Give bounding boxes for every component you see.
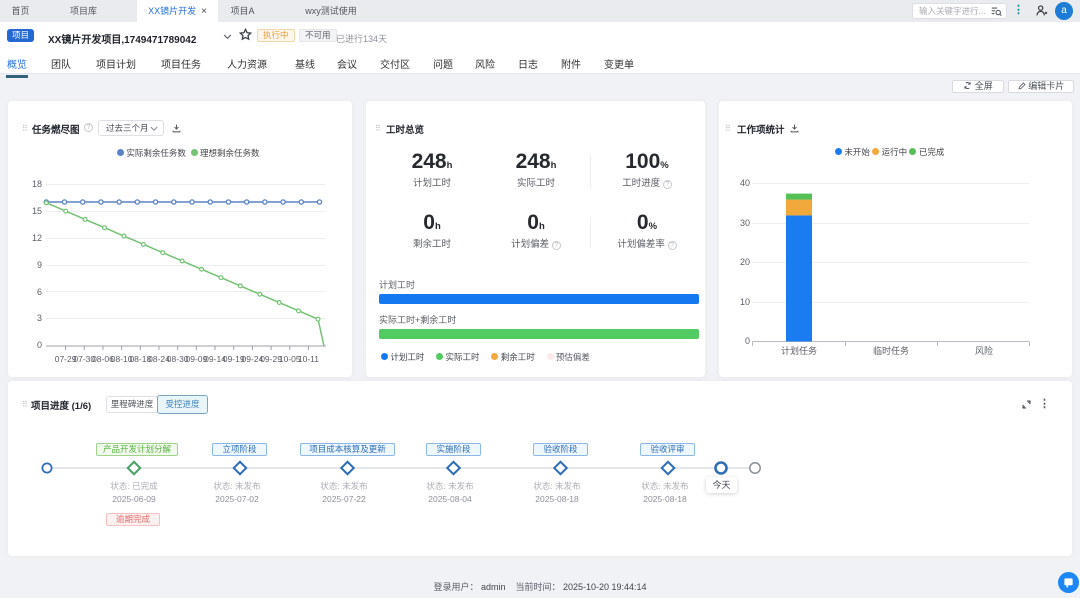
svg-text:15: 15 <box>32 206 42 216</box>
svg-text:40: 40 <box>740 178 750 188</box>
svg-text:计划任务: 计划任务 <box>781 345 817 356</box>
svg-text:风险: 风险 <box>975 345 993 356</box>
svg-text:临时任务: 临时任务 <box>873 345 909 356</box>
svg-text:9: 9 <box>37 260 42 270</box>
svg-text:10: 10 <box>740 297 750 307</box>
svg-text:18: 18 <box>32 179 42 189</box>
svg-text:0: 0 <box>745 336 750 346</box>
svg-text:6: 6 <box>37 287 42 297</box>
svg-text:0: 0 <box>37 340 42 350</box>
svg-text:10-11: 10-11 <box>298 354 319 364</box>
svg-text:3: 3 <box>37 313 42 323</box>
svg-text:30: 30 <box>740 218 750 228</box>
svg-text:20: 20 <box>740 257 750 267</box>
svg-text:12: 12 <box>32 233 42 243</box>
